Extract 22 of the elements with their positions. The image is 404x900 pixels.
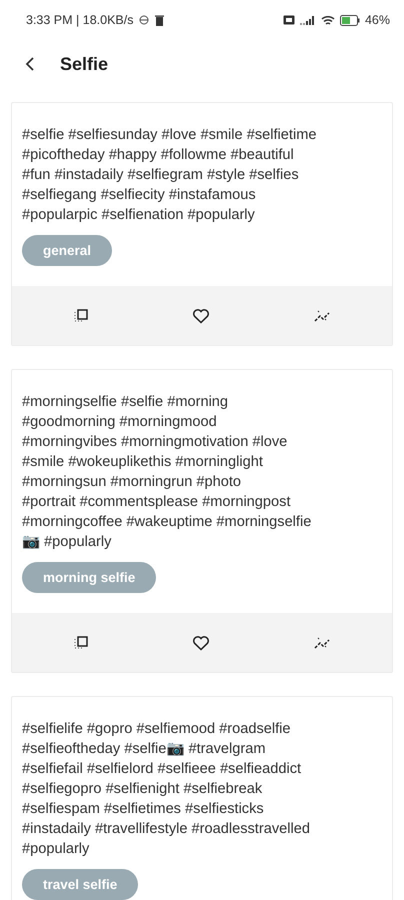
trash-icon xyxy=(155,14,164,26)
hashtag-text: #selfie #selfiesunday #love #smile #selfietime #picoftheday #happy #followme #beautiful #fun #instadaily #selfiegram #style #selfies #selfiegang #selfiecity #instafamous #popularpic #selfienation #popularly xyxy=(22,126,318,225)
category-tag: morning selfie xyxy=(22,562,156,593)
page-title: Selfie xyxy=(60,54,108,74)
signal-icon xyxy=(300,15,316,25)
copy-icon xyxy=(73,308,90,324)
copy-icon xyxy=(73,634,90,650)
heart-icon xyxy=(192,308,210,324)
wifi-icon xyxy=(320,14,335,26)
sparkle-icon xyxy=(312,634,331,650)
hashtag-text: #morningselfie #selfie #morning #goodmorning #morningmood #morningvibes #morningmotivation #love #smile #wokeuplikethis #morninglight #morningsun #morningrun #photo #portrait #commentsplease #morningpost #morningcoffee #wakeuptime #morningselfie 📷 #popularly xyxy=(22,393,312,552)
sparkle-icon xyxy=(312,308,331,324)
battery-level: 46% xyxy=(364,13,390,27)
heart-icon xyxy=(192,634,210,650)
sim-icon xyxy=(282,15,295,25)
category-tag: travel selfie xyxy=(22,869,138,900)
battery-icon xyxy=(340,14,360,26)
data-saver-icon xyxy=(139,15,150,25)
category-tag: general xyxy=(22,235,112,266)
hashtag-text: #selfielife #gopro #selfiemood #roadselfie #selfieoftheday #selfie📷 #travelgram #selfiefail #selfielord #selfieee #selfieaddict #selfiegopro #selfienight #selfiebreak #selfiespam #selfietimes #selfiesticks #instadaily #travellifestyle #roadlesstravelled #popularly xyxy=(22,720,311,859)
status-time: 3:33 PM | 18.0KB/s xyxy=(26,13,134,27)
back-icon xyxy=(24,56,36,72)
